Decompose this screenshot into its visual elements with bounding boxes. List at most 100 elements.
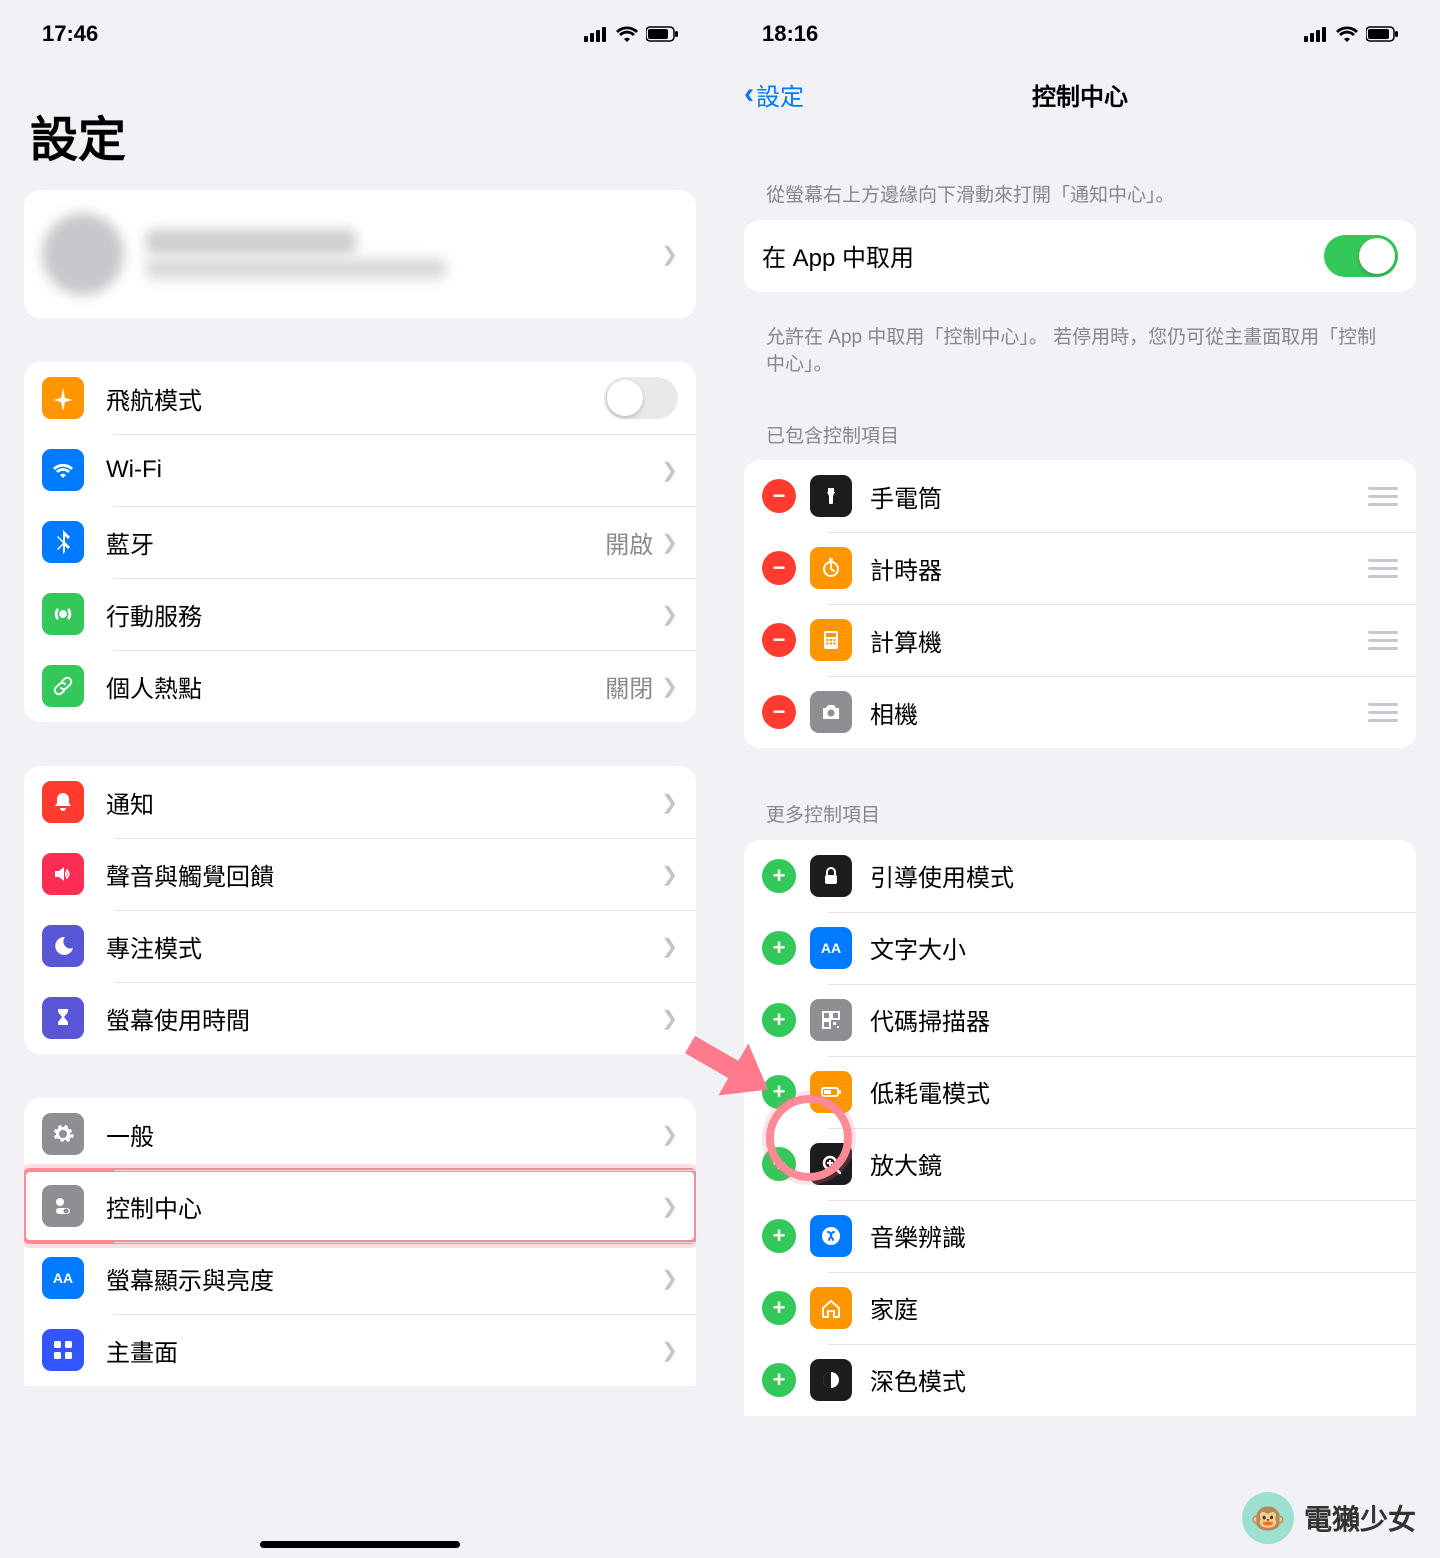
row-label: 螢幕顯示與亮度 [106,1261,661,1296]
remove-button[interactable]: − [762,479,796,513]
bell-icon [42,781,84,823]
chevron-right-icon: ❯ [661,862,678,887]
row-label: 主畫面 [106,1333,661,1368]
section-footer-access: 允許在 App 中取用「控制中心」。 若停用時，您仍可從主畫面取用「控制中心」。 [744,316,1416,393]
row-label: 飛航模式 [106,381,604,416]
back-button[interactable]: ‹ 設定 [744,77,804,112]
control-center-screen: 18:16 ‹ 設定 控制中心 從螢幕右上方邊緣向下滑動來打開「通知中心」。 在… [720,0,1440,1558]
add-button[interactable]: + [762,1291,796,1325]
home-icon [810,1287,852,1329]
chevron-right-icon: ❯ [661,790,678,815]
remove-button[interactable]: − [762,695,796,729]
settings-row-switches[interactable]: 控制中心❯ [24,1170,696,1242]
connectivity-group: 飛航模式Wi-Fi❯藍牙開啟❯行動服務❯個人熱點關閉❯ [24,362,696,722]
nav-bar: ‹ 設定 控制中心 [744,66,1416,122]
timer-icon [810,547,852,589]
svg-text:AA: AA [821,940,841,956]
add-button[interactable]: + [762,859,796,893]
cellular-icon [584,26,608,42]
settings-row-airplane[interactable]: 飛航模式 [24,362,696,434]
nav-title: 控制中心 [1032,77,1128,112]
row-label: 螢幕使用時間 [106,1001,661,1036]
reorder-grip-icon[interactable] [1368,703,1398,722]
cellular-icon [1304,26,1328,42]
remove-button[interactable]: − [762,623,796,657]
chevron-right-icon: ❯ [661,458,678,483]
settings-row-grid[interactable]: 主畫面❯ [24,1314,696,1386]
camera-icon [810,691,852,733]
cc-label: 音樂辨識 [870,1218,1398,1253]
reorder-grip-icon[interactable] [1368,559,1398,578]
settings-row-bell[interactable]: 通知❯ [24,766,696,838]
settings-row-speaker[interactable]: 聲音與觸覺回饋❯ [24,838,696,910]
toggle-airplane[interactable] [604,377,678,419]
chevron-right-icon: ❯ [661,530,678,555]
svg-text:AA: AA [53,1270,73,1286]
profile-name-blur [146,229,356,255]
settings-row-hourglass[interactable]: 螢幕使用時間❯ [24,982,696,1054]
chevron-right-icon: ❯ [661,1338,678,1363]
cc-row-timer[interactable]: − 計時器 [744,532,1416,604]
cc-label: 放大鏡 [870,1146,1398,1181]
wifi-icon [616,26,638,42]
grid-icon [42,1329,84,1371]
cc-row-aa[interactable]: +AA文字大小 [744,912,1416,984]
cc-label: 深色模式 [870,1362,1398,1397]
row-label: 聲音與觸覺回饋 [106,857,661,892]
settings-row-aa[interactable]: AA 螢幕顯示與亮度❯ [24,1242,696,1314]
profile-row[interactable]: ❯ [24,190,696,318]
access-toggle[interactable] [1324,235,1398,277]
status-bar: 17:46 [24,0,696,60]
settings-row-moon[interactable]: 專注模式❯ [24,910,696,982]
home-indicator [260,1541,460,1548]
battery-icon [1366,26,1398,42]
chevron-right-icon: ❯ [661,602,678,627]
status-icons [1304,26,1398,42]
settings-row-wifi[interactable]: Wi-Fi❯ [24,434,696,506]
add-button[interactable]: + [762,931,796,965]
add-button[interactable]: + [762,1363,796,1397]
chevron-right-icon: ❯ [661,1266,678,1291]
chevron-right-icon: ❯ [661,674,678,699]
shazam-icon [810,1215,852,1257]
cc-label: 計時器 [870,551,1368,586]
settings-row-bluetooth[interactable]: 藍牙開啟❯ [24,506,696,578]
access-label: 在 App 中取用 [762,238,1324,273]
row-label: 藍牙 [106,525,605,560]
cc-row-calculator[interactable]: −計算機 [744,604,1416,676]
watermark: 🐵 電獺少女 [1242,1492,1416,1544]
reorder-grip-icon[interactable] [1368,631,1398,650]
back-label: 設定 [756,77,804,112]
chevron-left-icon: ‹ [744,79,754,109]
row-label: 行動服務 [106,597,661,632]
cc-row-darkmode[interactable]: + 深色模式 [744,1344,1416,1416]
section-header-included: 已包含控制項目 [744,393,1416,461]
cc-row-shazam[interactable]: + 音樂辨識 [744,1200,1416,1272]
row-label: 專注模式 [106,929,661,964]
cc-row-lock[interactable]: +引導使用模式 [744,840,1416,912]
profile-sub-blur [146,259,446,279]
row-label: Wi-Fi [106,456,661,484]
remove-button[interactable]: − [762,551,796,585]
section-header-top: 從螢幕右上方邊緣向下滑動來打開「通知中心」。 [744,122,1416,220]
access-toggle-row[interactable]: 在 App 中取用 [744,220,1416,292]
bluetooth-icon [42,521,84,563]
reorder-grip-icon[interactable] [1368,487,1398,506]
cc-row-home[interactable]: +家庭 [744,1272,1416,1344]
cc-row-flashlight[interactable]: −手電筒 [744,460,1416,532]
switches-icon [42,1185,84,1227]
antenna-icon [42,593,84,635]
settings-row-antenna[interactable]: 行動服務❯ [24,578,696,650]
settings-row-link[interactable]: 個人熱點關閉❯ [24,650,696,722]
chevron-right-icon: ❯ [661,242,678,267]
row-label: 控制中心 [106,1189,661,1224]
wifi-icon [1336,26,1358,42]
status-time: 18:16 [762,21,818,47]
cc-row-qr[interactable]: +代碼掃描器 [744,984,1416,1056]
lock-icon [810,855,852,897]
chevron-right-icon: ❯ [661,1122,678,1147]
add-button[interactable]: + [762,1219,796,1253]
cc-row-camera[interactable]: −相機 [744,676,1416,748]
moon-icon [42,925,84,967]
settings-row-gear[interactable]: 一般❯ [24,1098,696,1170]
